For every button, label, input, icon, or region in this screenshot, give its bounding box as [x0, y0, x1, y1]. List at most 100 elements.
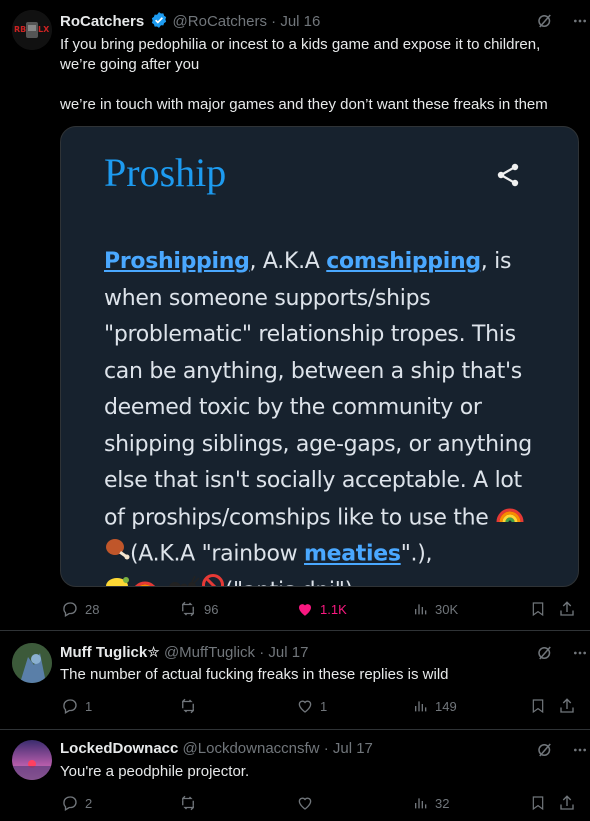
display-name[interactable]: RoCatchers: [60, 13, 144, 30]
reply-icon: [63, 796, 77, 811]
tweet-text: You're a peodphile projector.: [60, 763, 250, 780]
like-count: 1: [320, 698, 328, 714]
more-options-icon[interactable]: [572, 13, 588, 29]
rainbow-emoji-icon: [130, 573, 160, 586]
timestamp[interactable]: · Jul 17: [324, 740, 373, 757]
tweet-text-line: we’re going after you: [60, 56, 200, 73]
views-count: 30K: [435, 601, 459, 617]
reply-count: 1: [85, 698, 93, 714]
bookmark-button[interactable]: [530, 694, 546, 718]
repost-icon: [182, 795, 194, 811]
more-options-icon[interactable]: [572, 742, 588, 758]
rainbow-emoji-icon: [495, 500, 525, 537]
views-count: 149: [435, 698, 457, 714]
bookmark-button[interactable]: [530, 597, 546, 621]
card-title: Proship: [104, 150, 227, 195]
link-comshipping[interactable]: comshipping: [326, 249, 481, 274]
repost-icon: [182, 698, 194, 714]
ant-emoji-icon: [167, 573, 201, 586]
tweet-text: If you bring pedophilia or incest to a k…: [60, 35, 580, 115]
reply-button[interactable]: 1: [61, 694, 92, 718]
share-icon: [560, 795, 574, 810]
bookmark-icon: [532, 699, 544, 714]
share-button[interactable]: [558, 694, 576, 718]
display-name[interactable]: Muff Tuglick✮: [60, 644, 160, 661]
heart-icon: [298, 700, 312, 713]
media-card[interactable]: Proship Proshipping, A.K.A comshipping, …: [60, 126, 579, 587]
card-text: ".),: [400, 541, 433, 567]
tweet-text: The number of actual fucking freaks in t…: [60, 666, 449, 683]
timestamp[interactable]: · Jul 17: [259, 644, 308, 661]
meat-on-bone-emoji-icon: [104, 536, 130, 573]
views-button[interactable]: 30K: [413, 597, 458, 621]
more-options-icon[interactable]: [572, 645, 588, 661]
tweet-top-actions: [536, 644, 588, 662]
handle[interactable]: @Lockdownaccnsfw: [183, 740, 320, 757]
views-icon: [415, 701, 427, 712]
card-text: , A.K.A: [249, 249, 327, 274]
reply-icon: [63, 699, 77, 714]
link-proshipping[interactable]: Proshipping: [104, 249, 250, 274]
repost-count: 96: [204, 601, 219, 617]
reply-button[interactable]: 2: [61, 791, 92, 815]
bookmark-icon: [532, 796, 544, 811]
heart-icon: [298, 797, 312, 810]
tweet-header: RoCatchers @RoCatchers · Jul 16: [60, 11, 320, 33]
views-button[interactable]: 32: [413, 791, 449, 815]
grok-icon[interactable]: [536, 644, 554, 662]
avatar[interactable]: [12, 643, 52, 683]
tweet-top-actions: [536, 12, 588, 30]
like-button[interactable]: [296, 791, 320, 815]
reply-count: 28: [85, 601, 100, 617]
prohibited-emoji-icon: [201, 573, 225, 586]
heart-filled-icon: [299, 604, 311, 616]
tweet-header: LockedDownacc @Lockdownaccnsfw · Jul 17: [60, 740, 373, 757]
timestamp[interactable]: · Jul 16: [271, 13, 320, 30]
card-text: ,: [160, 578, 167, 586]
views-button[interactable]: 149: [413, 694, 457, 718]
tweet-actions: 28 96 1.1K 30K: [0, 597, 590, 621]
views-count: 32: [435, 795, 450, 811]
tweet-header: Muff Tuglick✮ @MuffTuglick · Jul 17: [60, 643, 308, 661]
like-button[interactable]: 1.1K: [296, 597, 347, 621]
tweet-actions: 1 1 149: [0, 694, 590, 718]
tweet-actions: 2 32: [0, 791, 590, 815]
reply-button[interactable]: 28: [61, 597, 99, 621]
share-button[interactable]: [558, 791, 576, 815]
tweet-text-line: we’re in touch with major games and they…: [60, 96, 548, 113]
avatar[interactable]: RB LX: [12, 10, 52, 50]
handle[interactable]: @RoCatchers: [173, 13, 267, 30]
tweet-text-line: If you bring pedophilia or incest to a k…: [60, 36, 541, 53]
avatar[interactable]: [12, 740, 52, 780]
share-icon: [560, 698, 574, 713]
tweet-reply-lockeddownacc[interactable]: LockedDownacc @Lockdownaccnsfw · Jul 17 …: [0, 730, 590, 821]
reply-count: 2: [85, 795, 93, 811]
svg-text:RB: RB: [14, 25, 26, 34]
bookmark-button[interactable]: [530, 791, 546, 815]
tweet-top-actions: [536, 741, 588, 759]
views-icon: [415, 604, 427, 615]
tweet-reply-mufftuglick[interactable]: Muff Tuglick✮ @MuffTuglick · Jul 17 The …: [0, 631, 590, 729]
repost-icon: [182, 601, 194, 617]
svg-text:LX: LX: [38, 25, 50, 34]
share-button[interactable]: [558, 597, 576, 621]
like-count: 1.1K: [320, 601, 347, 617]
card-body: Proshipping, A.K.A comshipping, is when …: [104, 244, 544, 586]
share-icon: [560, 601, 574, 616]
reply-icon: [63, 602, 77, 617]
verified-badge-icon: [150, 11, 168, 33]
tweet-rocatchers[interactable]: RB LX RoCatchers @RoCatchers · Jul 16 If…: [0, 0, 590, 622]
link-meaties[interactable]: meaties: [304, 542, 401, 567]
card-text: , is when someone supports/ships "proble…: [104, 249, 532, 530]
display-name[interactable]: LockedDownacc: [60, 740, 178, 757]
repost-button[interactable]: 96: [178, 597, 218, 621]
like-button[interactable]: 1: [296, 694, 327, 718]
share-icon[interactable]: [495, 162, 521, 193]
repost-button[interactable]: [178, 694, 204, 718]
handle[interactable]: @MuffTuglick: [164, 644, 255, 661]
repost-button[interactable]: [178, 791, 204, 815]
lemon-emoji-icon: [104, 573, 130, 586]
grok-icon[interactable]: [536, 12, 554, 30]
grok-icon[interactable]: [536, 741, 554, 759]
bookmark-icon: [532, 602, 544, 617]
